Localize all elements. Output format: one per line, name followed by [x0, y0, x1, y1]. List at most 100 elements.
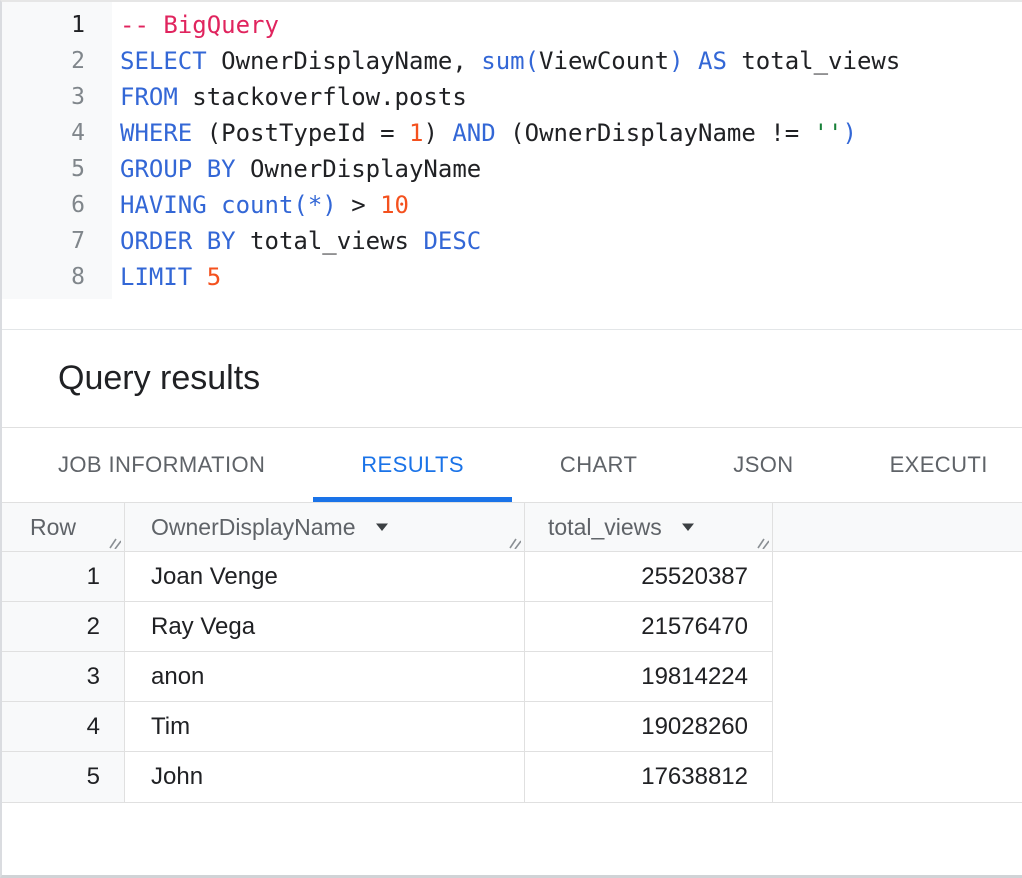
- code-line[interactable]: 8LIMIT 5: [2, 259, 1022, 295]
- total-views-cell: 19028260: [524, 702, 772, 752]
- code-text: ORDER BY total_views DESC: [112, 223, 481, 259]
- code-token: ORDER BY: [120, 227, 236, 255]
- row-number-cell: 1: [2, 552, 124, 602]
- row-number-cell: 4: [2, 702, 124, 752]
- tab-label: CHART: [560, 452, 637, 478]
- code-token: ): [669, 47, 683, 75]
- row-filler-cell: [772, 552, 1022, 602]
- code-token: DESC: [423, 227, 481, 255]
- code-token: total_views: [236, 227, 424, 255]
- column-resize-handle-icon[interactable]: [755, 535, 769, 549]
- editor-lines: 1-- BigQuery2SELECT OwnerDisplayName, su…: [2, 2, 1022, 295]
- line-number: 7: [2, 223, 112, 259]
- code-token: ): [423, 119, 452, 147]
- tab-json[interactable]: JSON: [685, 428, 841, 502]
- code-token: OwnerDisplayName: [236, 155, 482, 183]
- tab-job-information[interactable]: JOB INFORMATION: [10, 428, 313, 502]
- line-number: 6: [2, 187, 112, 223]
- code-token: (OwnerDisplayName !=: [496, 119, 814, 147]
- table-body: 1Joan Venge255203872Ray Vega215764703ano…: [2, 552, 1022, 802]
- code-text: LIMIT 5: [112, 259, 221, 295]
- code-token: sum(: [481, 47, 539, 75]
- code-text: WHERE (PostTypeId = 1) AND (OwnerDisplay…: [112, 115, 857, 151]
- column-header-total-views[interactable]: total_views: [524, 503, 772, 551]
- query-results-header: Query results: [2, 330, 1022, 428]
- code-token: LIMIT: [120, 263, 192, 291]
- code-token: '': [814, 119, 843, 147]
- code-token: [192, 263, 206, 291]
- results-table: Row OwnerDisplayName total_views 1Joan Ve…: [2, 503, 1022, 803]
- sql-editor[interactable]: 1-- BigQuery2SELECT OwnerDisplayName, su…: [2, 2, 1022, 330]
- table-header-row: Row OwnerDisplayName total_views: [2, 503, 1022, 552]
- column-dropdown-icon[interactable]: [680, 522, 696, 532]
- row-number-cell: 2: [2, 602, 124, 652]
- code-token: SELECT: [120, 47, 207, 75]
- column-resize-handle-icon[interactable]: [107, 535, 121, 549]
- code-line[interactable]: 5GROUP BY OwnerDisplayName: [2, 151, 1022, 187]
- code-token: [684, 47, 698, 75]
- tab-label: JSON: [733, 452, 793, 478]
- line-number: 5: [2, 151, 112, 187]
- tab-label: JOB INFORMATION: [58, 452, 265, 478]
- line-number: 1: [2, 7, 112, 43]
- total-views-cell: 19814224: [524, 652, 772, 702]
- owner-name-cell: Ray Vega: [124, 602, 524, 652]
- row-number-cell: 5: [2, 752, 124, 802]
- code-token: 1: [409, 119, 423, 147]
- column-header-row[interactable]: Row: [2, 503, 124, 551]
- column-header-label: total_views: [548, 514, 662, 541]
- column-dropdown-icon[interactable]: [374, 522, 390, 532]
- line-number: 8: [2, 259, 112, 295]
- column-header-label: OwnerDisplayName: [151, 514, 356, 541]
- column-resize-handle-icon[interactable]: [507, 535, 521, 549]
- code-text: SELECT OwnerDisplayName, sum(ViewCount) …: [112, 43, 900, 79]
- code-token: stackoverflow.posts: [178, 83, 467, 111]
- table-row: 5John17638812: [2, 752, 1022, 802]
- row-filler-cell: [772, 702, 1022, 752]
- code-text: HAVING count(*) > 10: [112, 187, 409, 223]
- column-header-ownerdisplayname[interactable]: OwnerDisplayName: [124, 503, 524, 551]
- tab-executi[interactable]: EXECUTI: [842, 428, 1022, 502]
- code-line[interactable]: 7ORDER BY total_views DESC: [2, 223, 1022, 259]
- code-token: FROM: [120, 83, 178, 111]
- tab-chart[interactable]: CHART: [512, 428, 685, 502]
- owner-name-cell: anon: [124, 652, 524, 702]
- tab-label: EXECUTI: [890, 452, 988, 478]
- code-token: OwnerDisplayName,: [207, 47, 482, 75]
- tab-results[interactable]: RESULTS: [313, 428, 512, 502]
- code-line[interactable]: 6HAVING count(*) > 10: [2, 187, 1022, 223]
- code-text: -- BigQuery: [112, 7, 279, 43]
- code-text: FROM stackoverflow.posts: [112, 79, 467, 115]
- code-text: GROUP BY OwnerDisplayName: [112, 151, 481, 187]
- code-line[interactable]: 3FROM stackoverflow.posts: [2, 79, 1022, 115]
- code-line[interactable]: 2SELECT OwnerDisplayName, sum(ViewCount)…: [2, 43, 1022, 79]
- line-number: 4: [2, 115, 112, 151]
- code-line[interactable]: 4WHERE (PostTypeId = 1) AND (OwnerDispla…: [2, 115, 1022, 151]
- owner-name-cell: Joan Venge: [124, 552, 524, 602]
- bigquery-query-panel: 1-- BigQuery2SELECT OwnerDisplayName, su…: [0, 0, 1022, 878]
- table-header-filler: [772, 503, 1022, 551]
- code-token: >: [337, 191, 380, 219]
- code-token: AND: [452, 119, 495, 147]
- line-number: 2: [2, 43, 112, 79]
- code-line[interactable]: 1 -- BigQuery: [2, 7, 1022, 43]
- code-token: 5: [207, 263, 221, 291]
- code-token: 10: [380, 191, 409, 219]
- row-filler-cell: [772, 652, 1022, 702]
- table-row: 1Joan Venge25520387: [2, 552, 1022, 602]
- code-token: HAVING: [120, 191, 207, 219]
- table-row: 4Tim19028260: [2, 702, 1022, 752]
- total-views-cell: 17638812: [524, 752, 772, 802]
- code-token: ViewCount: [539, 47, 669, 75]
- code-token: GROUP BY: [120, 155, 236, 183]
- code-token: (PostTypeId =: [192, 119, 409, 147]
- total-views-cell: 25520387: [524, 552, 772, 602]
- row-filler-cell: [772, 602, 1022, 652]
- row-number-cell: 3: [2, 652, 124, 702]
- code-token: -- BigQuery: [120, 11, 279, 39]
- code-token: AS: [698, 47, 727, 75]
- owner-name-cell: Tim: [124, 702, 524, 752]
- empty-area: [2, 803, 1022, 875]
- tab-label: RESULTS: [361, 452, 464, 478]
- table-row: 3anon19814224: [2, 652, 1022, 702]
